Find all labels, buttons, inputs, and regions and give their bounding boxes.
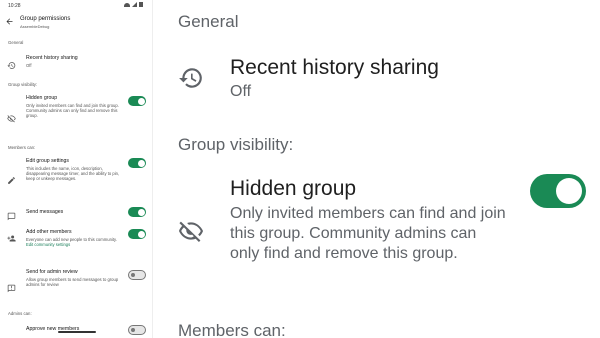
pencil-icon — [7, 172, 16, 184]
back-arrow-icon[interactable] — [5, 17, 15, 27]
zoom-hidden-group-toggle[interactable] — [530, 174, 586, 208]
section-admins-can: Admins can: — [8, 311, 32, 316]
zoomed-view: General Recent history sharing Off Group… — [153, 0, 600, 338]
zoom-hidden-group-title: Hidden group — [230, 177, 357, 200]
send-for-admin-review-title: Send for admin review — [26, 269, 78, 275]
send-messages-title: Send messages — [26, 209, 64, 215]
wifi-icon — [124, 2, 130, 7]
hidden-group-title: Hidden group — [26, 95, 58, 101]
edit-group-settings-title: Edit group settings — [26, 158, 69, 164]
battery-icon — [139, 2, 143, 7]
approve-new-members-toggle[interactable] — [128, 325, 146, 335]
zoom-history-icon — [178, 65, 204, 91]
add-other-members-desc: Everyone can add new people to this comm… — [26, 237, 117, 248]
history-icon — [7, 57, 16, 69]
add-other-members-toggle[interactable] — [128, 229, 146, 239]
add-other-members-title: Add other members — [26, 229, 72, 235]
hidden-group-desc: Only invited members can find and join t… — [26, 103, 119, 119]
zoom-hidden-group-desc: Only invited members can find and join t… — [230, 205, 506, 262]
edit-community-settings-link[interactable]: Edit community settings — [26, 242, 70, 247]
chat-icon — [7, 208, 16, 221]
status-time: 10:28 — [8, 3, 21, 9]
send-for-admin-review-toggle[interactable] — [128, 270, 146, 280]
app-bar: Group permissions AssembleDebug — [0, 13, 152, 33]
status-bar: 10:28 — [0, 0, 152, 12]
zoom-eye-off-icon — [178, 218, 204, 244]
hidden-group-toggle[interactable] — [128, 96, 146, 106]
zoom-section-members-can: Members can: — [178, 321, 286, 338]
gesture-nav-bar[interactable] — [58, 331, 96, 333]
phone-screen: 10:28 Group permissions AssembleDebug Ge… — [0, 0, 153, 338]
zoom-recent-history-title[interactable]: Recent history sharing — [230, 56, 439, 80]
eye-off-icon — [7, 110, 16, 123]
page-title: Group permissions — [20, 16, 71, 22]
section-members-can: Members can: — [8, 145, 36, 150]
signal-icon — [132, 2, 137, 7]
section-group-visibility: Group visibility: — [8, 82, 38, 87]
recent-history-value: Off — [26, 63, 32, 68]
zoom-section-general: General — [178, 12, 239, 31]
recent-history-title: Recent history sharing — [26, 55, 78, 61]
status-icons — [124, 2, 143, 7]
send-messages-toggle[interactable] — [128, 207, 146, 217]
review-icon — [7, 280, 16, 293]
send-for-admin-review-desc: Allow group members to send messages to … — [26, 277, 119, 288]
page-subtitle: AssembleDebug — [20, 24, 50, 29]
edit-group-settings-toggle[interactable] — [128, 158, 146, 168]
zoom-section-group-visibility: Group visibility: — [178, 135, 294, 154]
zoom-recent-history-value: Off — [230, 83, 252, 100]
section-general: General — [8, 40, 24, 45]
edit-group-settings-desc: This includes the name, icon, descriptio… — [26, 166, 120, 182]
add-person-icon — [7, 230, 16, 242]
